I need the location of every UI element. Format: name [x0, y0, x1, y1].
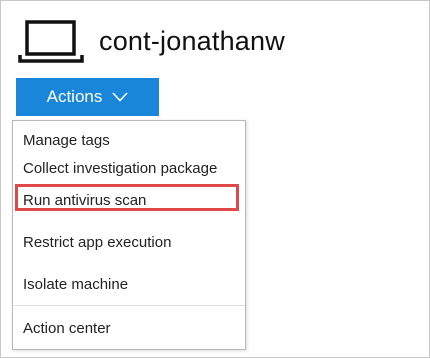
machine-name: cont-jonathanw [99, 25, 285, 56]
menu-item-collect-investigation-package[interactable]: Collect investigation package [23, 160, 217, 177]
menu-item-manage-tags[interactable]: Manage tags [23, 132, 110, 149]
menu-item-restrict-app-execution[interactable]: Restrict app execution [23, 234, 171, 251]
menu-item-isolate-machine[interactable]: Isolate machine [23, 276, 128, 293]
menu-item-run-antivirus-scan[interactable]: Run antivirus scan [23, 192, 146, 209]
laptop-icon [18, 20, 84, 63]
actions-menu: Manage tags Collect investigation packag… [12, 120, 246, 350]
menu-divider [13, 305, 245, 306]
device-header: cont-jonathanw [17, 19, 285, 63]
chevron-down-icon [112, 92, 128, 102]
actions-button[interactable]: Actions [16, 78, 159, 116]
device-panel: cont-jonathanw Actions Manage tags Colle… [0, 0, 430, 358]
actions-button-label: Actions [46, 87, 103, 106]
menu-item-action-center[interactable]: Action center [23, 320, 111, 337]
